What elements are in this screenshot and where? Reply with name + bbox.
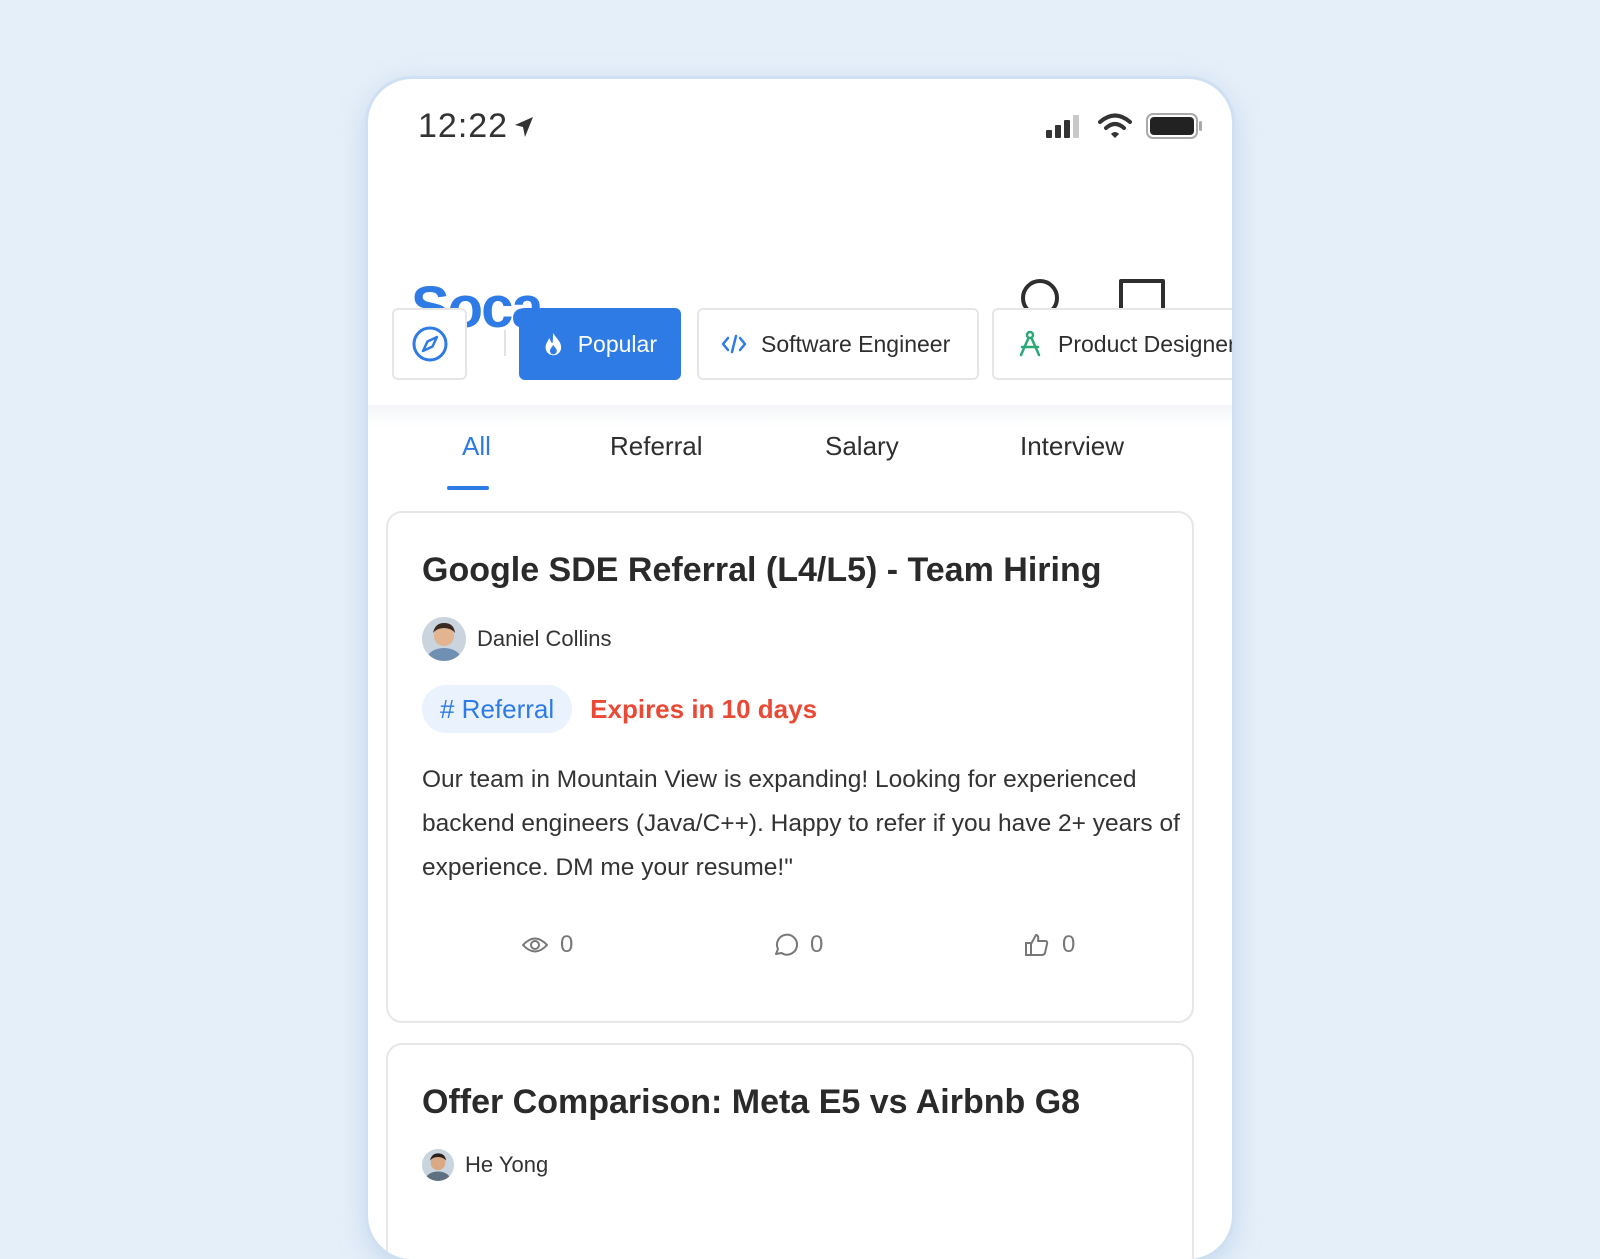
chip-product-designer[interactable]: Product Designer [992, 308, 1232, 380]
comments-count: 0 [810, 931, 824, 958]
chip-popular[interactable]: Popular [519, 308, 681, 380]
compass-icon [412, 326, 447, 362]
signal-icon [1046, 115, 1079, 138]
thumbs-up-icon [1025, 934, 1049, 956]
feed-tabs: All Referral Salary Interview [368, 431, 1232, 491]
post-title[interactable]: Offer Comparison: Meta E5 vs Airbnb G8 [422, 1083, 1080, 1122]
status-bar: 12:22 [368, 79, 1232, 179]
referral-tag[interactable]: # Referral [422, 685, 573, 733]
post-body: Our team in Mountain View is expanding! … [422, 766, 1180, 881]
wifi-icon [1098, 113, 1132, 138]
views-count: 0 [560, 931, 574, 958]
tab-salary[interactable]: Salary [825, 431, 899, 462]
post-tags: # Referral Expires in 10 days [422, 685, 817, 733]
comments-stat[interactable]: 0 [772, 931, 823, 959]
likes-count: 0 [1062, 931, 1076, 958]
code-icon [721, 334, 747, 354]
avatar [422, 617, 466, 661]
tab-referral[interactable]: Referral [610, 431, 702, 462]
status-icons [1046, 113, 1204, 139]
post-author[interactable]: Daniel Collins [422, 617, 612, 661]
eye-icon [522, 937, 548, 953]
chip-explore[interactable] [392, 308, 467, 380]
status-time: 12:22 [418, 107, 509, 145]
post-title[interactable]: Google SDE Referral (L4/L5) - Team Hirin… [422, 551, 1102, 590]
tab-interview[interactable]: Interview [1020, 431, 1124, 462]
avatar [422, 1149, 454, 1181]
category-chips: Popular Software Engineer Product Design… [392, 308, 1232, 384]
tab-all[interactable]: All [462, 431, 491, 462]
author-name: He Yong [465, 1152, 549, 1177]
location-arrow-icon [515, 117, 533, 137]
flame-icon [545, 332, 562, 356]
chip-label: Software Engineer [761, 330, 951, 357]
post-stats: 0 0 0 [388, 931, 1192, 971]
post-author[interactable]: He Yong [422, 1149, 548, 1181]
chip-label: Product Designer [1058, 330, 1232, 357]
tab-active-indicator [447, 486, 489, 490]
expires-label: Expires in 10 days [590, 693, 818, 724]
chip-label: Popular [577, 330, 657, 357]
chip-divider [504, 330, 506, 356]
likes-stat[interactable]: 0 [1024, 931, 1075, 959]
chip-software-engineer[interactable]: Software Engineer [697, 308, 979, 380]
design-tool-icon [1019, 330, 1041, 357]
post-card[interactable]: Offer Comparison: Meta E5 vs Airbnb G8 H… [386, 1043, 1194, 1259]
phone-frame: 12:22 Soca Popular Software Engineer Pro… [368, 79, 1232, 1259]
post-card[interactable]: Google SDE Referral (L4/L5) - Team Hirin… [386, 511, 1194, 1023]
chips-shadow [368, 405, 1232, 427]
views-stat[interactable]: 0 [522, 931, 573, 959]
battery-icon [1146, 113, 1202, 139]
author-name: Daniel Collins [477, 626, 612, 651]
comment-icon [775, 933, 798, 956]
